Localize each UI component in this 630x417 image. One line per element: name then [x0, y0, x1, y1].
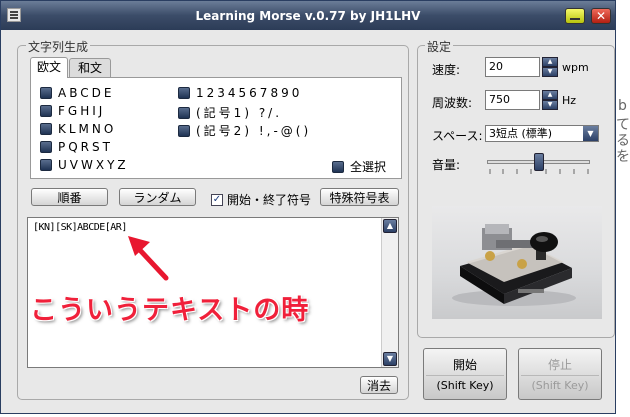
- checkbox-label: FGHIJ: [58, 104, 106, 118]
- random-button[interactable]: ランダム: [119, 188, 196, 206]
- scroll-up-icon[interactable]: ▲: [383, 219, 397, 233]
- tab-european[interactable]: 欧文: [30, 57, 68, 78]
- start-button-shortcut: (Shift Key): [436, 379, 494, 392]
- minimize-button[interactable]: [565, 8, 585, 24]
- checkbox-icon: [40, 159, 52, 171]
- speed-spinner[interactable]: ▲ ▼: [542, 57, 558, 77]
- checkbox-abcde[interactable]: ABCDE: [40, 86, 114, 100]
- app-window: Learning Morse v.0.77 by JH1LHV ✕ 文字列生成 …: [0, 0, 616, 414]
- checkbox-symbols-1[interactable]: (記号1) ?/.: [178, 104, 282, 121]
- scroll-down-icon[interactable]: ▼: [383, 352, 397, 366]
- volume-ticks: [489, 169, 589, 174]
- text-scrollbar[interactable]: ▲ ▼: [381, 218, 398, 367]
- background-glyph: を: [616, 149, 630, 165]
- character-set-panel: ABCDE FGHIJ KLMNO PQRST UVWXYZ 123456789…: [30, 77, 402, 179]
- start-end-code-checkbox[interactable]: ✓ 開始・終了符号: [211, 191, 311, 208]
- start-end-code-label: 開始・終了符号: [227, 193, 312, 207]
- checkbox-icon: [40, 87, 52, 99]
- string-generation-label: 文字列生成: [26, 38, 91, 55]
- checkbox-label: KLMNO: [58, 122, 117, 136]
- checkbox-label: UVWXYZ: [58, 158, 129, 172]
- close-button[interactable]: ✕: [591, 8, 611, 24]
- spin-up-icon[interactable]: ▲: [542, 57, 558, 67]
- background-glyph: b: [618, 98, 627, 114]
- checkbox-icon: [40, 123, 52, 135]
- chevron-down-icon[interactable]: ▼: [583, 126, 598, 141]
- checkbox-icon: [178, 124, 190, 137]
- spin-up-icon[interactable]: ▲: [542, 90, 558, 100]
- space-select[interactable]: 3短点 (標準) ▼: [485, 125, 599, 142]
- checkbox-klmno[interactable]: KLMNO: [40, 122, 116, 136]
- space-label: スペース:: [432, 129, 483, 143]
- special-codes-button[interactable]: 特殊符号表: [320, 188, 399, 206]
- start-button-label: 開始: [452, 358, 477, 372]
- frequency-spinner[interactable]: ▲ ▼: [542, 90, 558, 110]
- clear-button[interactable]: 消去: [360, 376, 398, 394]
- checkmark-icon: ✓: [211, 193, 223, 206]
- speed-label: 速度:: [432, 63, 461, 77]
- tab-japanese[interactable]: 和文: [69, 58, 111, 77]
- checkbox-icon: [40, 141, 52, 153]
- checkbox-label: 1234567890: [196, 86, 303, 100]
- checkbox-icon: [178, 87, 190, 99]
- frequency-unit: Hz: [562, 94, 577, 107]
- title-bar[interactable]: Learning Morse v.0.77 by JH1LHV ✕: [1, 1, 615, 30]
- annotation-arrow-icon: [128, 236, 169, 281]
- stop-button-shortcut: (Shift Key): [531, 379, 589, 392]
- frequency-label: 周波数:: [432, 96, 473, 110]
- checkbox-label: 全選択: [350, 160, 387, 174]
- checkbox-label: PQRST: [58, 140, 113, 154]
- start-button[interactable]: 開始 (Shift Key): [423, 348, 507, 400]
- text-area-content: [KN][SK]ABCDE[AR]: [33, 222, 127, 233]
- speed-unit: wpm: [562, 61, 589, 74]
- stop-button[interactable]: 停止 (Shift Key): [518, 348, 602, 400]
- checkbox-symbols-2[interactable]: (記号2) !,-@(): [178, 122, 311, 139]
- stop-button-label: 停止: [547, 358, 572, 372]
- speed-input[interactable]: 20: [485, 57, 540, 77]
- checkbox-fghij[interactable]: FGHIJ: [40, 104, 105, 118]
- window-title: Learning Morse v.0.77 by JH1LHV: [195, 9, 421, 23]
- spin-down-icon[interactable]: ▼: [542, 100, 558, 110]
- checkbox-digits[interactable]: 1234567890: [178, 86, 302, 100]
- checkbox-uvwxyz[interactable]: UVWXYZ: [40, 158, 129, 172]
- checkbox-pqrst[interactable]: PQRST: [40, 140, 113, 154]
- checkbox-icon: [178, 106, 190, 119]
- checkbox-icon: [332, 160, 344, 173]
- checkbox-icon: [40, 105, 52, 117]
- spin-down-icon[interactable]: ▼: [542, 67, 558, 77]
- annotation-text: こういうテキストの時: [30, 295, 310, 326]
- checkbox-label: (記号2) !,-@(): [196, 124, 312, 138]
- frequency-input[interactable]: 750: [485, 90, 540, 110]
- settings-label: 設定: [425, 38, 454, 55]
- checkbox-label: ABCDE: [58, 86, 115, 100]
- volume-label: 音量:: [432, 158, 461, 172]
- space-select-value: 3短点 (標準): [489, 127, 553, 140]
- order-button[interactable]: 順番: [31, 188, 108, 206]
- checkbox-label: (記号1) ?/.: [196, 106, 283, 120]
- morse-key-image: [432, 206, 602, 319]
- checkbox-select-all[interactable]: 全選択: [332, 158, 386, 175]
